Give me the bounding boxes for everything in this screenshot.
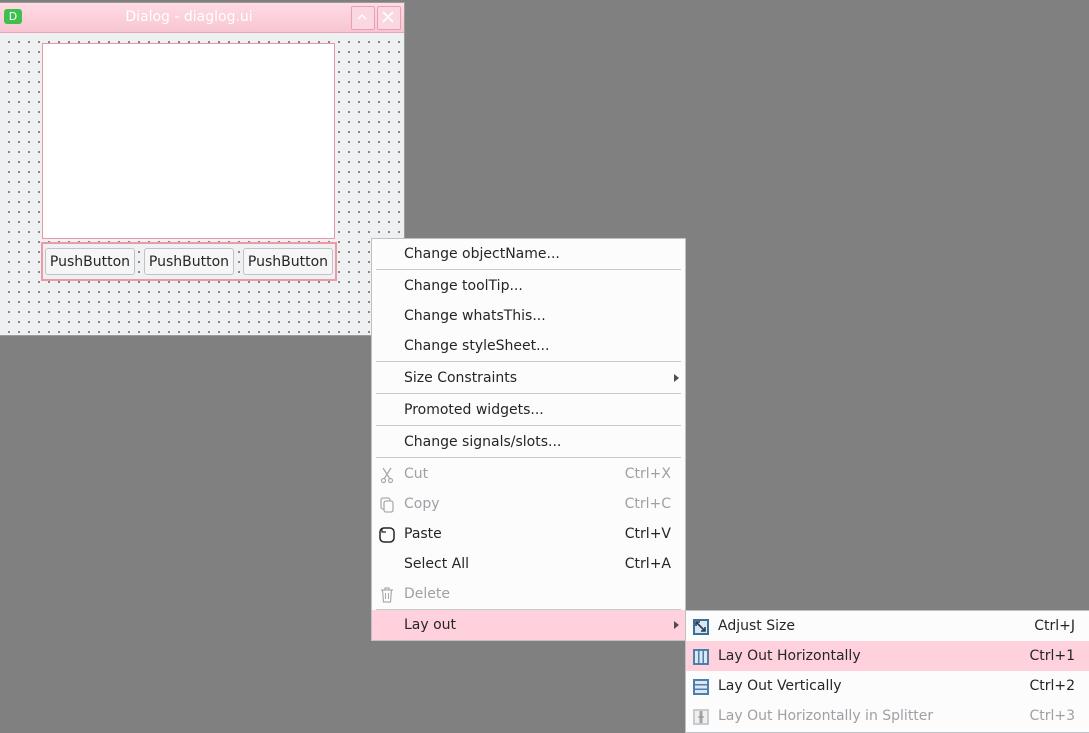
push-button-3[interactable]: PushButton	[243, 248, 333, 275]
push-button-2[interactable]: PushButton	[144, 248, 234, 275]
menu-separator	[376, 425, 681, 426]
chevron-up-icon	[357, 13, 367, 20]
menu-item-shortcut: Ctrl+A	[624, 556, 671, 572]
menu-item-delete[interactable]: Delete	[372, 579, 685, 609]
menu-item-paste[interactable]: Paste Ctrl+V	[372, 519, 685, 549]
menu-item-label: Lay out	[404, 617, 457, 633]
horizontal-layout[interactable]: PushButton PushButton PushButton	[41, 242, 337, 281]
menu-item-label: Paste	[404, 526, 442, 542]
submenu-arrow-icon	[674, 374, 679, 382]
menu-item-label: Lay Out Horizontally	[718, 648, 861, 664]
menu-item-shortcut: Ctrl+C	[624, 496, 671, 512]
menu-item-select-all[interactable]: Select All Ctrl+A	[372, 549, 685, 579]
trash-icon	[381, 587, 393, 603]
menu-item-lay-out[interactable]: Lay out	[372, 610, 685, 640]
window-title: Dialog - diaglog.ui	[125, 9, 253, 25]
push-button-1[interactable]: PushButton	[45, 248, 135, 275]
menu-item-change-signals-slots[interactable]: Change signals/slots...	[372, 427, 685, 457]
menu-separator	[376, 361, 681, 362]
menu-item-label: Size Constraints	[404, 370, 518, 386]
menu-item-shortcut: Ctrl+V	[624, 526, 671, 542]
menu-item-label: Change objectName...	[404, 246, 560, 262]
menu-item-size-constraints[interactable]: Size Constraints	[372, 363, 685, 393]
menu-item-lay-out-horizontally-in-splitter[interactable]: Lay Out Horizontally in Splitter Ctrl+3	[686, 701, 1089, 731]
menu-item-cut[interactable]: Cut Ctrl+X	[372, 459, 685, 489]
menu-item-label: Change toolTip...	[404, 278, 523, 294]
menu-separator	[376, 269, 681, 270]
layout-submenu: Adjust Size Ctrl+J Lay Out Horizontally …	[685, 610, 1089, 733]
menu-item-shortcut: Ctrl+J	[1034, 618, 1075, 634]
adjust-size-icon	[693, 619, 709, 635]
copy-icon	[380, 497, 394, 513]
layout-horizontal-icon	[693, 649, 709, 665]
menu-item-change-stylesheet[interactable]: Change styleSheet...	[372, 331, 685, 361]
menu-item-label: Adjust Size	[718, 618, 795, 634]
menu-item-shortcut: Ctrl+1	[1029, 648, 1075, 664]
splitter-horizontal-icon	[693, 709, 709, 725]
menu-item-label: Change whatsThis...	[404, 308, 546, 324]
menu-item-label: Delete	[404, 586, 450, 602]
menu-item-lay-out-horizontally[interactable]: Lay Out Horizontally Ctrl+1	[686, 641, 1089, 671]
menu-item-label: Lay Out Horizontally in Splitter	[718, 708, 934, 724]
designer-form-window: D Dialog - diaglog.ui PushButton PushBut…	[0, 3, 404, 335]
menu-item-label: Lay Out Vertically	[718, 678, 842, 694]
menu-item-label: Promoted widgets...	[404, 402, 544, 418]
layout-vertical-icon	[693, 679, 709, 695]
menu-separator	[376, 393, 681, 394]
menu-separator	[376, 457, 681, 458]
window-titlebar[interactable]: D Dialog - diaglog.ui	[0, 3, 404, 33]
menu-item-lay-out-vertically[interactable]: Lay Out Vertically Ctrl+2	[686, 671, 1089, 701]
menu-item-change-tooltip[interactable]: Change toolTip...	[372, 271, 685, 301]
menu-item-label: Change signals/slots...	[404, 434, 562, 450]
close-icon	[382, 11, 394, 23]
menu-item-change-whatsthis[interactable]: Change whatsThis...	[372, 301, 685, 331]
menu-item-shortcut: Ctrl+X	[624, 466, 671, 482]
menu-item-label: Change styleSheet...	[404, 338, 550, 354]
menu-item-label: Select All	[404, 556, 469, 572]
maximize-button[interactable]	[351, 6, 375, 30]
close-button[interactable]	[377, 6, 401, 30]
paste-icon	[379, 527, 395, 543]
menu-item-promoted-widgets[interactable]: Promoted widgets...	[372, 395, 685, 425]
list-widget[interactable]	[42, 43, 335, 239]
submenu-arrow-icon	[674, 621, 679, 629]
menu-item-label: Copy	[404, 496, 440, 512]
menu-item-shortcut: Ctrl+2	[1029, 678, 1075, 694]
scissors-icon	[380, 467, 394, 484]
menu-item-adjust-size[interactable]: Adjust Size Ctrl+J	[686, 611, 1089, 641]
menu-item-copy[interactable]: Copy Ctrl+C	[372, 489, 685, 519]
context-menu: Change objectName... Change toolTip... C…	[371, 238, 686, 641]
menu-item-label: Cut	[404, 466, 429, 482]
menu-item-change-objectname[interactable]: Change objectName...	[372, 239, 685, 269]
menu-item-shortcut: Ctrl+3	[1029, 708, 1075, 724]
